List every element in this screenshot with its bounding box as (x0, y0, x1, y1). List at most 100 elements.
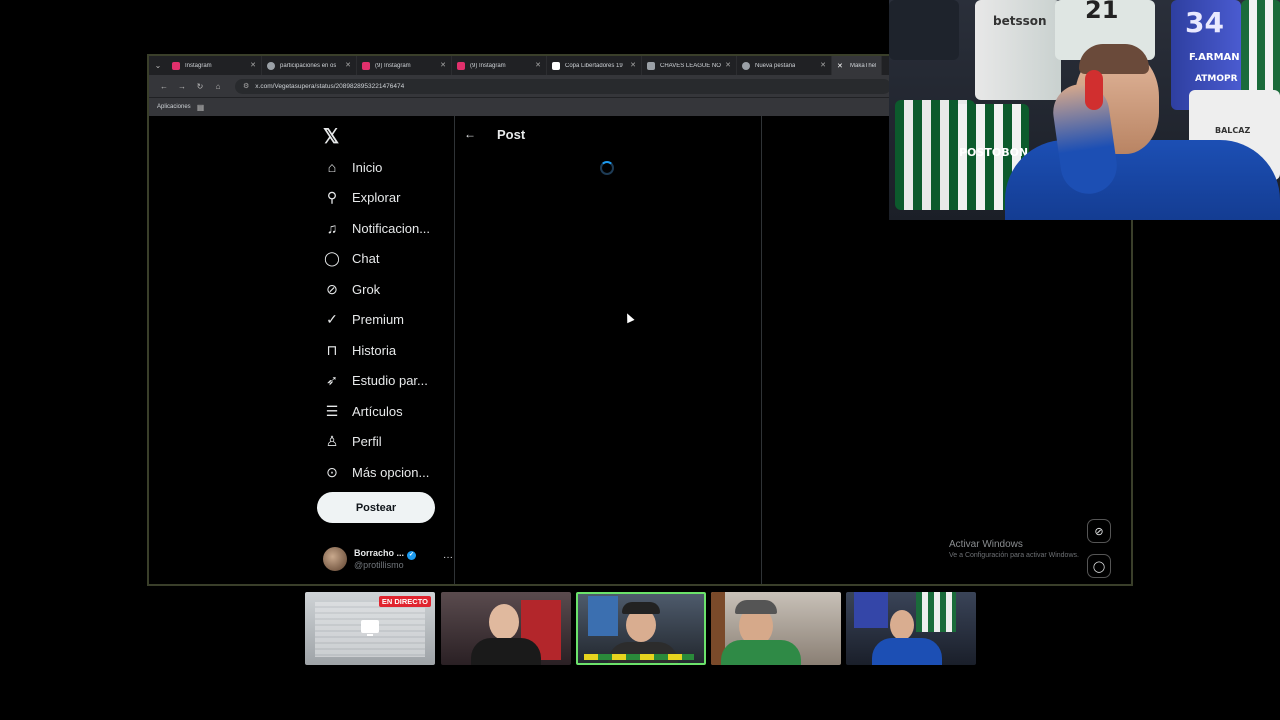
participant-body (721, 640, 801, 665)
apps-grid-icon[interactable]: ▦ (197, 103, 205, 112)
nav-item-perfil[interactable]: ♙ Perfil (323, 427, 463, 455)
nav-label: Estudio par... (352, 372, 428, 388)
post-column: ← Post (456, 116, 760, 584)
home-icon: ⌂ (327, 159, 337, 175)
forward-arrow-icon[interactable]: → (173, 82, 191, 91)
back-arrow-icon[interactable]: ← (464, 127, 476, 141)
profile-icon: ♙ (325, 432, 339, 449)
x-logo-icon[interactable]: 𝕏 (323, 124, 339, 149)
thumbnail-participant[interactable] (846, 592, 976, 665)
verified-badge-icon: ✓ (407, 551, 417, 560)
favicon-icon (172, 61, 180, 70)
messages-fab-icon[interactable]: ◯ (1087, 554, 1111, 578)
windows-activation-watermark: Activar Windows Ve a Configuración para … (949, 539, 1079, 559)
column-divider (454, 116, 455, 584)
tab-label: Instagram (185, 62, 212, 69)
nav-item-explorar[interactable]: ⚲ Explorar (323, 183, 463, 211)
address-bar: ← → ↻ ⌂ ⚙ x.com/Vegetasupera/status/2089… (149, 75, 891, 97)
bookmark-apps[interactable]: Aplicaciones (157, 104, 191, 110)
watermark-title: Activar Windows (949, 539, 1023, 550)
webcam-text: 21 (1085, 0, 1119, 24)
overlay-bar (584, 654, 694, 660)
grok-icon: ⊘ (326, 280, 338, 297)
nav-item-inicio[interactable]: ⌂ Inicio (323, 153, 463, 181)
browser-tab[interactable]: Copa Libertadores 19 ✕ (547, 56, 642, 75)
url-text: x.com/Vegetasupera/status/20898289532214… (255, 82, 405, 90)
thumbnail-participant-selected[interactable] (576, 592, 706, 665)
account-handle: @protillismo (354, 560, 404, 570)
watermark-subtitle: Ve a Configuración para activar Windows. (949, 552, 1079, 559)
loading-spinner-icon (600, 161, 614, 175)
nav-item-chat[interactable]: ◯ Chat (323, 244, 463, 272)
screen-share-icon (361, 620, 379, 636)
tab-label: (9) Instagram (375, 62, 411, 69)
nav-item-grok[interactable]: ⊘ Grok (323, 275, 463, 303)
thumbnail-screen-share[interactable]: EN DIRECTO (305, 592, 435, 665)
x-sidebar: 𝕏 ⌂ Inicio ⚲ Explorar ♫ Notificacion... ◯ Ch… (315, 116, 455, 584)
browser-tab-active[interactable]: ✕ MakaTheDon (832, 56, 882, 75)
tab-label: Copa Libertadores 19 (565, 62, 623, 69)
nav-label: Notificacion... (352, 220, 431, 236)
browser-tab[interactable]: (9) Instagram ✕ (357, 56, 452, 75)
streamer-body (1005, 140, 1280, 220)
site-info-icon[interactable]: ⚙ (243, 82, 249, 90)
thumbnail-participant[interactable] (441, 592, 571, 665)
webcam-text: BALCAZ (1215, 126, 1251, 135)
nav-item-articulos[interactable]: ☰ Artículos (323, 397, 463, 425)
browser-tab[interactable]: Nueva pestaña ✕ (737, 56, 832, 75)
grok-fab-icon[interactable]: ⊘ (1087, 519, 1111, 543)
browser-tab[interactable]: (9) Instagram ✕ (452, 56, 547, 75)
bookmark-icon: ⊓ (326, 341, 338, 358)
tab-close-icon[interactable]: ✕ (820, 61, 826, 69)
tab-close-icon[interactable]: ✕ (250, 61, 256, 69)
headphone-icon (1085, 70, 1103, 110)
back-arrow-icon[interactable]: ← (155, 82, 173, 91)
tab-close-icon[interactable]: ✕ (725, 61, 731, 69)
post-header: ← Post (464, 124, 525, 144)
search-icon: ⚲ (326, 188, 338, 205)
post-button[interactable]: Postear (317, 492, 435, 523)
nav-item-premium[interactable]: ✓ Premium (323, 305, 463, 333)
favicon-icon (362, 61, 370, 70)
browser-tab[interactable]: CHAVES LEAGUE NO ✕ (642, 56, 737, 75)
nav-label: Chat (352, 250, 380, 266)
browser-tab[interactable]: participaciones en os ✕ (262, 56, 357, 75)
participant-face (489, 604, 519, 640)
tab-close-icon[interactable]: ✕ (345, 61, 351, 69)
jersey-green-striped (916, 592, 956, 632)
webcam-text: 34 (1185, 6, 1224, 39)
nav-item-historia[interactable]: ⊓ Historia (323, 336, 463, 364)
participant-body (872, 638, 942, 665)
nav-label: Artículos (352, 403, 403, 419)
nav-item-estudio[interactable]: ➶ Estudio par... (323, 366, 463, 394)
tab-bar: ⌄ Instagram ✕ participaciones en os ✕ (9) … (149, 56, 891, 75)
reload-icon[interactable]: ↻ (191, 82, 209, 91)
favicon-icon (457, 61, 465, 70)
tab-close-icon[interactable]: ✕ (535, 61, 541, 69)
participant-cap (735, 600, 777, 614)
tab-label: MakaTheDon (850, 62, 876, 69)
nav-label: Inicio (352, 159, 383, 175)
thumbnail-participant[interactable] (711, 592, 841, 665)
ellipsis-icon[interactable]: ··· (443, 552, 453, 563)
tab-search-icon[interactable]: ⌄ (149, 56, 167, 75)
url-field[interactable]: ⚙ x.com/Vegetasupera/status/208982895322… (235, 78, 891, 94)
nav-label: Explorar (352, 189, 401, 205)
account-switcher[interactable]: Borracho ... ✓ @protillismo ··· (323, 544, 453, 574)
tab-close-icon[interactable]: ✕ (440, 61, 446, 69)
home-icon[interactable]: ⌂ (209, 82, 227, 91)
stream-canvas: ⌄ Instagram ✕ participaciones en os ✕ (9) … (0, 0, 1280, 720)
avatar (323, 547, 347, 571)
account-info: Borracho ... ✓ @protillismo (354, 548, 417, 570)
live-badge: EN DIRECTO (378, 596, 431, 607)
x-favicon-icon: ✕ (837, 62, 843, 70)
articles-icon: ☰ (325, 402, 339, 419)
nav-item-notificaciones[interactable]: ♫ Notificacion... (323, 214, 463, 242)
jersey-blue (588, 596, 618, 636)
nav-label: Grok (352, 281, 381, 297)
nav-item-mas-opciones[interactable]: ⊙ Más opcion... (323, 458, 463, 486)
page-title: Post (497, 126, 526, 142)
tab-close-icon[interactable]: ✕ (630, 61, 636, 69)
favicon-icon (552, 61, 560, 70)
browser-tab[interactable]: Instagram ✕ (167, 56, 262, 75)
